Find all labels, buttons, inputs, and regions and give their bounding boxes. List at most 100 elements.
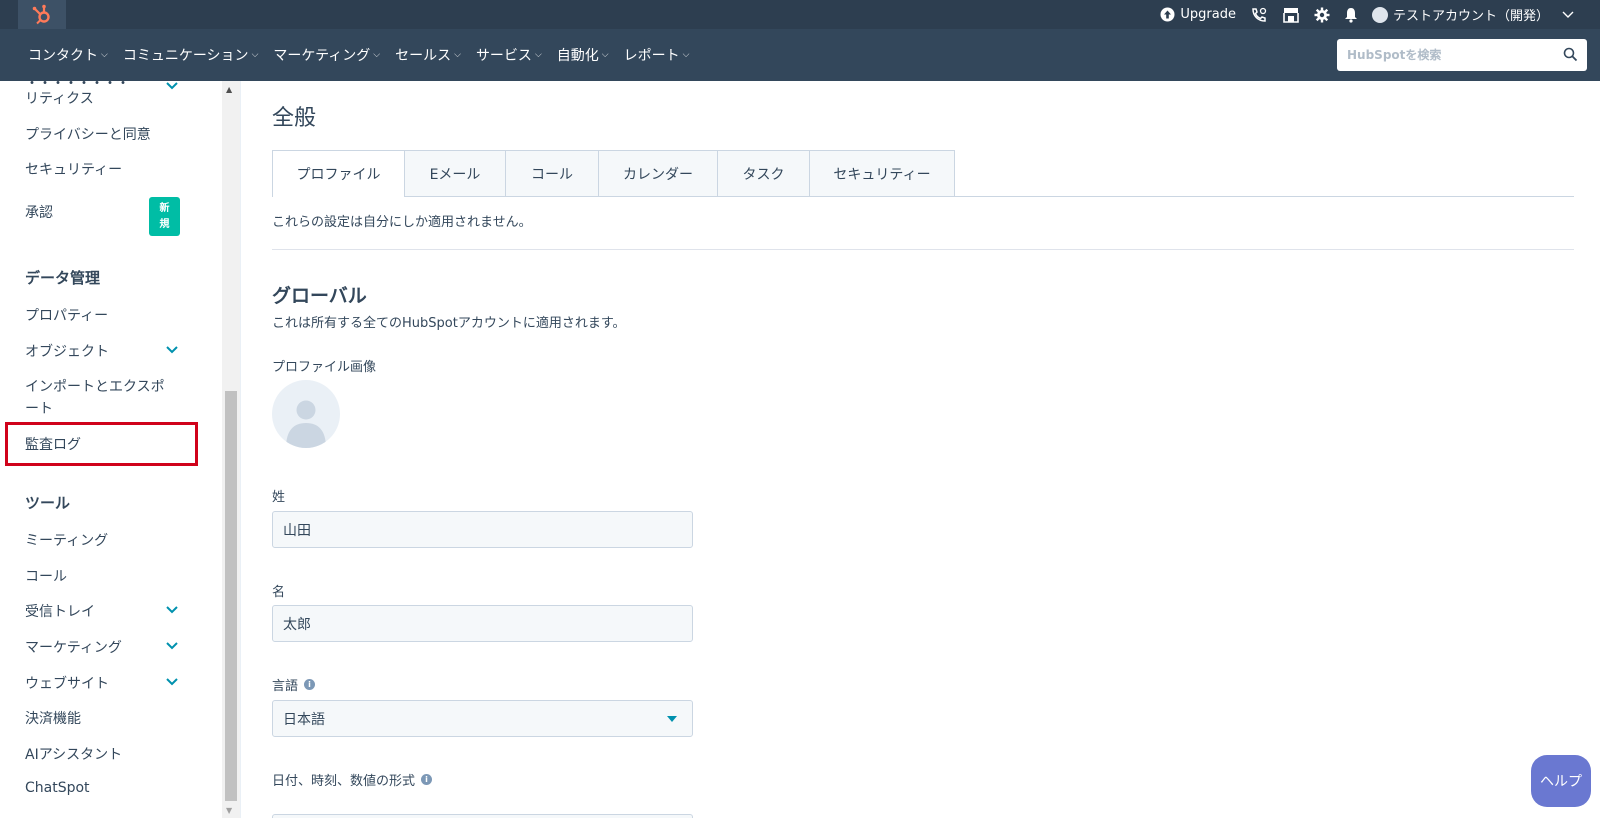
last-name-field[interactable]: [272, 511, 693, 548]
sidebar-item-ai-assistant[interactable]: AIアシスタント: [25, 744, 122, 764]
nav-label: 自動化: [556, 48, 599, 64]
sidebar-item-analytics[interactable]: リティクス: [25, 88, 94, 108]
sidebar-item-website[interactable]: ウェブサイト: [25, 673, 109, 693]
settings-note: これらの設定は自分にしか適用されません。: [272, 215, 532, 230]
tab-calling[interactable]: コール: [506, 150, 599, 197]
badge-char: 新: [159, 202, 170, 214]
nav-label: マーケティング: [273, 48, 371, 64]
chevron-down-icon[interactable]: [165, 343, 179, 357]
chevron-down-icon[interactable]: [165, 675, 179, 689]
chevron-down-icon: ⌵: [682, 50, 690, 60]
label-text: 言語: [272, 679, 299, 694]
marketplace-icon[interactable]: [1282, 7, 1300, 23]
scrollbar-thumb[interactable]: [225, 391, 237, 801]
chevron-down-icon: ⌵: [373, 50, 381, 60]
scroll-down-arrow-icon[interactable]: ▼: [226, 806, 232, 815]
new-badge: 新 規: [149, 197, 180, 236]
sidebar-item-payments[interactable]: 決済機能: [25, 708, 81, 728]
avatar: [1371, 6, 1388, 23]
section-description: これは所有する全てのHubSpotアカウントに適用されます。: [272, 316, 626, 331]
upgrade-button[interactable]: Upgrade: [1160, 7, 1236, 22]
sidebar-item-privacy[interactable]: プライバシーと同意: [25, 124, 151, 144]
chevron-down-icon: ⌵: [251, 50, 259, 60]
chevron-down-icon[interactable]: [165, 81, 179, 93]
scroll-up-arrow-icon[interactable]: ▲: [226, 85, 232, 94]
nav-item-communications[interactable]: コミュニケーション ⌵: [123, 45, 259, 65]
language-label: 言語 i: [272, 675, 316, 694]
section-title-global: グローバル: [272, 285, 367, 307]
sidebar-item-inbox[interactable]: 受信トレイ: [25, 601, 95, 621]
sidebar-scrollbar[interactable]: ▲ ▼: [222, 81, 240, 818]
tab-calendar[interactable]: カレンダー: [599, 150, 718, 197]
label-text: 日付、時刻、数値の形式: [272, 774, 416, 789]
settings-gear-icon[interactable]: [1314, 7, 1330, 23]
sidebar-item-properties[interactable]: プロパティー: [25, 305, 108, 325]
settings-tabs: プロファイル Eメール コール カレンダー タスク セキュリティー: [272, 150, 955, 197]
nav-item-service[interactable]: サービス ⌵: [476, 45, 542, 65]
chevron-down-icon[interactable]: [165, 639, 179, 653]
nav-label: コミュニケーション: [122, 48, 249, 64]
profile-image-label: プロファイル画像: [272, 356, 376, 375]
sidebar-item-chatspot[interactable]: ChatSpot: [25, 780, 90, 796]
divider: [272, 249, 1574, 250]
main-nav: コンタクト ⌵ コミュニケーション ⌵ マーケティング ⌵ セールス ⌵ サービス ⌵ 自…: [0, 29, 1600, 81]
tab-email[interactable]: Eメール: [405, 150, 506, 197]
section-header-tools: ツール: [25, 494, 71, 512]
nav-item-automation[interactable]: 自動化 ⌵: [557, 45, 609, 65]
label-text: 名: [272, 585, 286, 600]
hubspot-logo[interactable]: [18, 0, 66, 29]
sidebar-item-calls[interactable]: コール: [25, 566, 67, 586]
language-select[interactable]: 日本語: [272, 700, 693, 737]
first-name-label: 名: [272, 581, 285, 600]
date-format-select[interactable]: [272, 814, 693, 818]
hubspot-sprocket-icon: [32, 4, 50, 24]
page-title: 全般: [272, 106, 317, 131]
global-search: [1337, 39, 1587, 71]
settings-content: 全般 プロファイル Eメール コール カレンダー タスク セキュリティー これら…: [241, 81, 1600, 818]
label-text: プロファイル画像: [272, 360, 377, 375]
highlight-box: [5, 422, 198, 466]
sidebar-item-objects[interactable]: オブジェクト: [25, 341, 109, 361]
settings-sidebar: ・・・・・・・・ リティクス プライバシーと同意 セキュリティー 承認 新 規 …: [0, 81, 222, 818]
last-name-label: 姓: [272, 486, 285, 505]
chevron-down-icon: ⌵: [601, 50, 609, 60]
first-name-field[interactable]: [272, 605, 693, 642]
chevron-down-icon: ⌵: [454, 50, 461, 60]
sidebar-item-marketing[interactable]: マーケティング: [25, 637, 122, 657]
chevron-down-icon: ⌵: [101, 50, 108, 60]
sidebar-item-security[interactable]: セキュリティー: [25, 159, 122, 179]
caret-down-icon: [667, 716, 677, 722]
chevron-down-icon[interactable]: [165, 603, 179, 617]
account-menu[interactable]: テストアカウント（開発）: [1371, 5, 1574, 24]
tab-tasks[interactable]: タスク: [718, 150, 810, 197]
nav-label: レポート: [623, 48, 680, 64]
nav-label: コンタクト: [28, 48, 98, 64]
date-format-label: 日付、時刻、数値の形式 i: [272, 770, 433, 789]
tab-profile[interactable]: プロファイル: [272, 150, 405, 197]
top-bar: Upgrade テストアカウント（開発）: [0, 0, 1600, 29]
info-icon[interactable]: i: [304, 679, 316, 690]
tab-security[interactable]: セキュリティー: [810, 150, 955, 197]
chevron-down-icon: ⌵: [534, 50, 542, 60]
sidebar-item-approval[interactable]: 承認: [25, 202, 53, 222]
nav-item-marketing[interactable]: マーケティング ⌵: [273, 45, 380, 65]
help-label: ヘルプ: [1540, 774, 1582, 790]
sidebar-item-meetings[interactable]: ミーティング: [25, 530, 108, 550]
nav-item-sales[interactable]: セールス ⌵: [395, 45, 461, 65]
label-text: 姓: [272, 490, 286, 505]
nav-label: セールス: [395, 48, 452, 64]
sidebar-item-import-export[interactable]: インポートとエクスポート: [25, 376, 175, 420]
upgrade-label: Upgrade: [1180, 7, 1236, 22]
nav-item-reports[interactable]: レポート ⌵: [624, 45, 690, 65]
search-input[interactable]: [1347, 48, 1552, 62]
search-icon[interactable]: [1563, 47, 1578, 62]
upgrade-arrow-icon: [1160, 7, 1175, 22]
notification-bell-icon[interactable]: [1344, 7, 1358, 23]
section-header-data-management: データ管理: [25, 269, 101, 287]
calling-icon[interactable]: [1250, 6, 1268, 24]
info-icon[interactable]: i: [421, 774, 433, 785]
nav-item-contacts[interactable]: コンタクト ⌵: [28, 45, 108, 65]
user-avatar-icon: [286, 400, 326, 448]
profile-image-avatar[interactable]: [272, 380, 340, 448]
help-button[interactable]: ヘルプ: [1531, 755, 1591, 807]
